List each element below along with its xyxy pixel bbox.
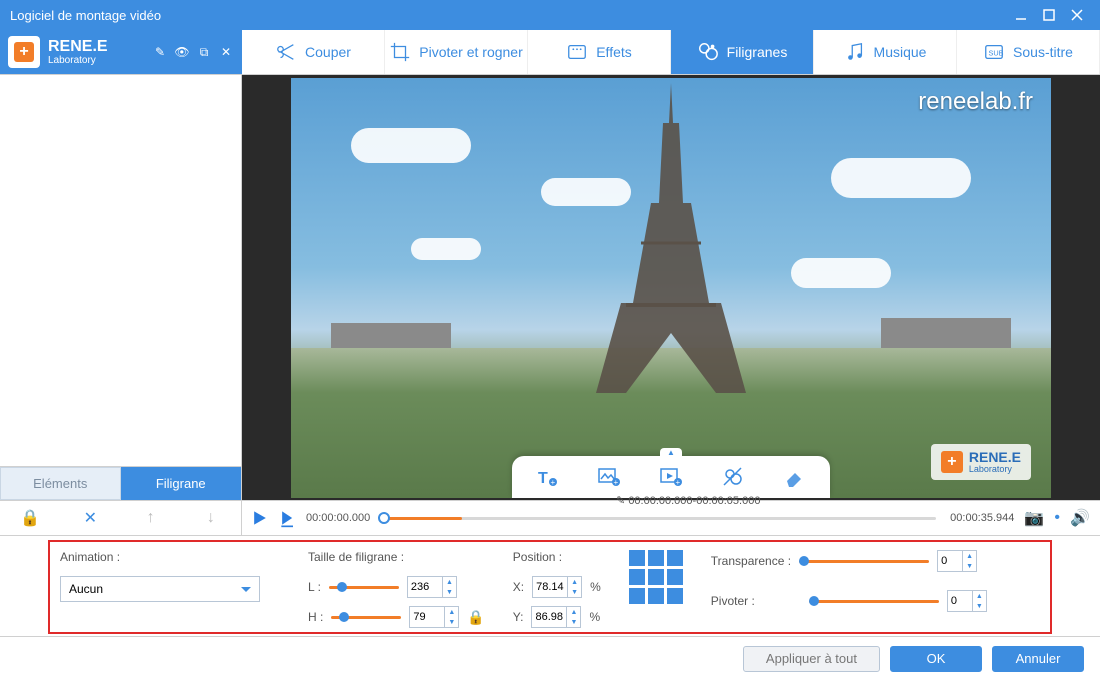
time-current: 00:00:00.000 bbox=[306, 512, 370, 524]
timeline[interactable]: ✎ 00:00:00.000-00:00:05.000 bbox=[384, 508, 936, 528]
rotate-label: Pivoter : bbox=[711, 594, 755, 608]
animation-dropdown[interactable]: Aucun bbox=[60, 576, 260, 602]
anchor-grid[interactable] bbox=[629, 550, 683, 604]
middle-area: Eléments Filigrane reneelab.fr + RENE.EL… bbox=[0, 75, 1100, 500]
tab-subtitle[interactable]: SUB Sous-titre bbox=[957, 30, 1100, 74]
brand-name: RENE.E bbox=[48, 39, 108, 55]
maximize-button[interactable] bbox=[1036, 6, 1062, 24]
move-up-button[interactable]: ↑ bbox=[136, 505, 166, 531]
snapshot-button[interactable]: 📷 bbox=[1022, 507, 1046, 529]
tab-rotate-crop[interactable]: Pivoter et rogner bbox=[385, 30, 528, 74]
overlay-toolstrip: ▲ T+ + + bbox=[512, 456, 830, 498]
logo-area: + RENE.E Laboratory ✎ 👁 ⧉ ✕ bbox=[0, 30, 242, 74]
spin-down[interactable]: ▼ bbox=[443, 587, 456, 597]
rotate-slider[interactable] bbox=[809, 594, 939, 608]
control-bar: 🔒 ✕ ↑ ↓ 00:00:00.000 ✎ 00:00:00.000-00:0… bbox=[0, 500, 1100, 536]
play-range-button[interactable] bbox=[278, 508, 298, 528]
svg-text:+: + bbox=[614, 478, 619, 487]
svg-text:+: + bbox=[551, 478, 556, 487]
window-title: Logiciel de montage vidéo bbox=[10, 8, 161, 23]
timeline-handle[interactable] bbox=[378, 512, 390, 524]
height-slider[interactable] bbox=[331, 610, 401, 624]
lock-button[interactable]: 🔒 bbox=[15, 505, 45, 531]
music-icon bbox=[844, 41, 866, 63]
edit-icon[interactable]: ✎ bbox=[152, 44, 168, 60]
sidebar-content bbox=[0, 75, 241, 466]
lock-aspect-icon[interactable]: 🔒 bbox=[467, 609, 484, 626]
crop-icon bbox=[389, 41, 411, 63]
preview-area: reneelab.fr + RENE.ELaboratory ▲ T+ + + bbox=[242, 75, 1100, 500]
main-tabs: Couper Pivoter et rogner Effets Filigran… bbox=[242, 30, 1100, 74]
time-total: 00:00:35.944 bbox=[950, 512, 1014, 524]
transparency-input[interactable]: ▲▼ bbox=[937, 550, 977, 572]
apply-all-button[interactable]: Appliquer à tout bbox=[743, 646, 880, 672]
svg-text:+: + bbox=[676, 478, 681, 487]
svg-text:SUB: SUB bbox=[989, 49, 1004, 58]
titlebar: Logiciel de montage vidéo bbox=[0, 0, 1100, 30]
tab-music[interactable]: Musique bbox=[814, 30, 957, 74]
add-text-tool[interactable]: T+ bbox=[532, 462, 562, 492]
chevron-up-icon[interactable]: ▲ bbox=[660, 448, 682, 458]
ok-button[interactable]: OK bbox=[890, 646, 982, 672]
add-video-tool[interactable]: + bbox=[656, 462, 686, 492]
logo-icon: + bbox=[8, 36, 40, 68]
delete-button[interactable]: ✕ bbox=[75, 505, 105, 531]
transparency-slider[interactable] bbox=[799, 554, 929, 568]
sidebar-tab-watermark[interactable]: Filigrane bbox=[121, 467, 242, 500]
eiffel-tower-graphic bbox=[591, 83, 751, 393]
brand-sub: Laboratory bbox=[48, 55, 108, 66]
move-down-button[interactable]: ↓ bbox=[196, 505, 226, 531]
watermark-logo: + RENE.ELaboratory bbox=[931, 444, 1031, 480]
top-bar: + RENE.E Laboratory ✎ 👁 ⧉ ✕ Couper Pivot… bbox=[0, 30, 1100, 75]
cancel-button[interactable]: Annuler bbox=[992, 646, 1084, 672]
sidebar-tab-elements[interactable]: Eléments bbox=[0, 467, 121, 500]
close-panel-icon[interactable]: ✕ bbox=[218, 44, 234, 60]
animation-label: Animation : bbox=[60, 550, 280, 564]
sidebar: Eléments Filigrane bbox=[0, 75, 242, 500]
footer: Appliquer à tout OK Annuler bbox=[0, 636, 1100, 680]
playback-controls: 00:00:00.000 ✎ 00:00:00.000-00:00:05.000… bbox=[242, 501, 1100, 535]
size-label: Taille de filigrane : bbox=[308, 550, 485, 564]
tab-effects[interactable]: Effets bbox=[528, 30, 671, 74]
tab-watermarks[interactable]: Filigranes bbox=[671, 30, 814, 74]
remove-watermark-tool[interactable] bbox=[718, 462, 748, 492]
add-image-tool[interactable]: + bbox=[594, 462, 624, 492]
eye-icon[interactable]: 👁 bbox=[174, 44, 190, 60]
sidebar-controls: 🔒 ✕ ↑ ↓ bbox=[0, 501, 242, 535]
watermark-url: reneelab.fr bbox=[918, 88, 1033, 116]
sidebar-tabs: Eléments Filigrane bbox=[0, 466, 241, 500]
volume-button[interactable]: 🔊 bbox=[1068, 507, 1092, 529]
width-slider[interactable] bbox=[329, 580, 399, 594]
position-label: Position : bbox=[513, 550, 601, 564]
watermark-icon bbox=[697, 41, 719, 63]
width-input[interactable]: ▲▼ bbox=[407, 576, 457, 598]
transparency-label: Transparence : bbox=[711, 554, 791, 568]
height-input[interactable]: ▲▼ bbox=[409, 606, 459, 628]
copy-icon[interactable]: ⧉ bbox=[196, 44, 212, 60]
close-button[interactable] bbox=[1064, 6, 1090, 24]
effects-icon bbox=[566, 41, 588, 63]
eraser-tool[interactable] bbox=[780, 462, 810, 492]
video-frame[interactable]: reneelab.fr + RENE.ELaboratory ▲ T+ + + bbox=[291, 78, 1051, 498]
svg-text:T: T bbox=[538, 470, 548, 487]
tab-cut[interactable]: Couper bbox=[242, 30, 385, 74]
spin-up[interactable]: ▲ bbox=[443, 577, 456, 587]
rotate-input[interactable]: ▲▼ bbox=[947, 590, 987, 612]
x-input[interactable]: ▲▼ bbox=[532, 576, 582, 598]
minimize-button[interactable] bbox=[1008, 6, 1034, 24]
time-range: 00:00:00.000-00:00:05.000 bbox=[628, 495, 760, 507]
params-panel: Animation : Aucun Taille de filigrane : … bbox=[0, 536, 1100, 636]
scissors-icon bbox=[275, 41, 297, 63]
subtitle-icon: SUB bbox=[983, 41, 1005, 63]
play-button[interactable] bbox=[250, 508, 270, 528]
y-input[interactable]: ▲▼ bbox=[531, 606, 581, 628]
